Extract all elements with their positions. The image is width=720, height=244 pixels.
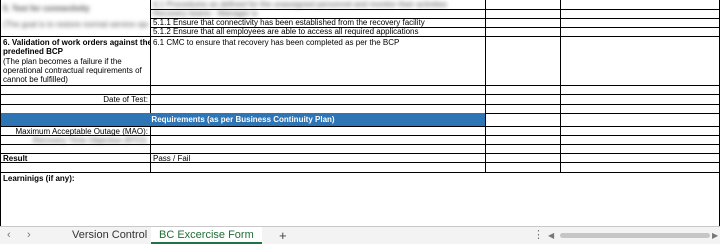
date-of-test-label[interactable]: Date of Test: bbox=[3, 95, 148, 104]
validation-title[interactable]: 6. Validation of work orders against the bbox=[3, 38, 150, 47]
grid-line bbox=[0, 172, 720, 173]
connectivity-label[interactable]: 5. Test for connectivity bbox=[3, 4, 148, 13]
add-sheet-icon[interactable]: + bbox=[279, 227, 287, 244]
grid-line bbox=[0, 85, 720, 86]
validation-desc[interactable]: cannot be fulfilled) bbox=[3, 75, 150, 84]
tab-version-control[interactable]: Version Control bbox=[72, 227, 147, 244]
validation-desc[interactable]: (The plan becomes a failure if the bbox=[3, 57, 150, 66]
horizontal-scrollbar[interactable] bbox=[560, 233, 710, 238]
grid-line bbox=[0, 104, 720, 105]
step-5-1-2[interactable]: 5.1.2 Ensure that all employees are able… bbox=[153, 27, 483, 36]
scroll-left-icon[interactable]: ◀ bbox=[548, 227, 554, 244]
scroll-right-icon[interactable]: ▶ bbox=[712, 227, 718, 244]
next-sheet-arrow-icon[interactable]: › bbox=[27, 227, 31, 244]
requirements-banner[interactable]: Requirements (as per Business Continuity… bbox=[1, 113, 485, 126]
prev-sheet-arrow-icon[interactable]: ‹ bbox=[7, 227, 11, 244]
validation-desc[interactable]: operational contractual requirements of bbox=[3, 66, 150, 75]
step-5-1-1[interactable]: 5.1.1 Ensure that connectivity has been … bbox=[153, 18, 483, 27]
grid-line bbox=[485, 0, 486, 172]
more-options-icon[interactable]: ⋮ bbox=[533, 227, 544, 244]
grid-line bbox=[150, 0, 151, 172]
connectivity-sublabel[interactable]: (The goal is to restore normal service o… bbox=[3, 20, 148, 29]
result-value[interactable]: Pass / Fail bbox=[153, 154, 353, 163]
spreadsheet-grid[interactable]: 5. Test for connectivity (The goal is to… bbox=[0, 0, 720, 226]
result-label[interactable]: Result bbox=[3, 154, 148, 163]
blurred-step-text[interactable]: Recovery teams - Manager is bbox=[153, 9, 483, 18]
grid-line bbox=[560, 0, 561, 172]
tab-bc-excercise-form[interactable]: BC Excercise Form bbox=[151, 227, 262, 244]
learnings-label[interactable]: Learninigs (if any): bbox=[3, 174, 203, 183]
validation-title-cont[interactable]: predefined BCP bbox=[3, 47, 150, 56]
sheet-tab-bar: ‹ › Version Control BC Excercise Form + … bbox=[0, 226, 720, 244]
step-6-1[interactable]: 6.1 CMC to ensure that recovery has been… bbox=[153, 38, 483, 47]
blurred-step-text[interactable]: 4.1 Procedures as defined for the unassi… bbox=[153, 0, 483, 9]
mao-label[interactable]: Maximum Acceptable Outage (MAO): bbox=[3, 127, 149, 136]
grid-line bbox=[0, 36, 720, 37]
rto-label[interactable]: Recovery Time Objective (RTO): bbox=[3, 136, 148, 145]
